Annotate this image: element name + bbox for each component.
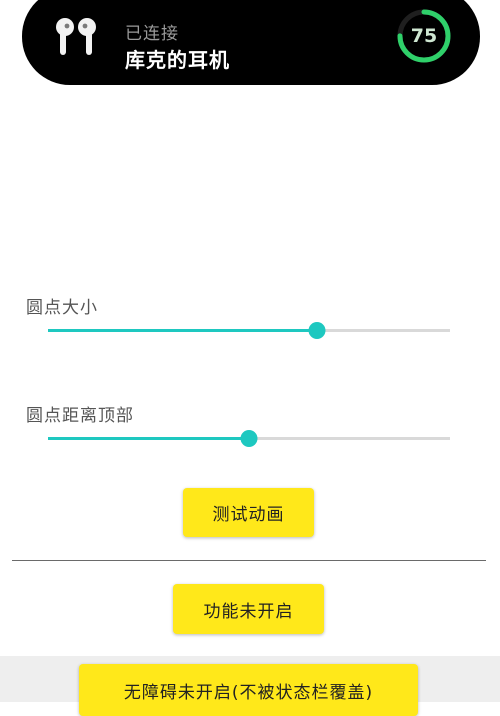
divider <box>12 560 486 561</box>
accessibility-status-button[interactable]: 无障碍未开启(不被状态栏覆盖) <box>79 664 418 716</box>
slider-thumb[interactable] <box>308 322 326 339</box>
dot-top-distance-label: 圆点距离顶部 <box>26 406 134 426</box>
earbuds-connection-island[interactable]: 已连接 库克的耳机 75 <box>22 0 480 85</box>
slider-fill <box>48 329 318 332</box>
feature-status-button[interactable]: 功能未开启 <box>173 584 324 634</box>
dot-size-slider[interactable] <box>48 320 450 340</box>
dot-size-label: 圆点大小 <box>26 298 98 318</box>
dot-top-distance-slider[interactable] <box>48 428 450 448</box>
slider-thumb[interactable] <box>240 430 258 447</box>
device-name: 库克的耳机 <box>125 48 230 72</box>
battery-percentage: 75 <box>410 25 438 47</box>
test-animation-button[interactable]: 测试动画 <box>183 488 314 537</box>
slider-fill <box>48 437 249 440</box>
connection-status: 已连接 <box>125 24 179 44</box>
earbuds-icon <box>56 18 96 55</box>
